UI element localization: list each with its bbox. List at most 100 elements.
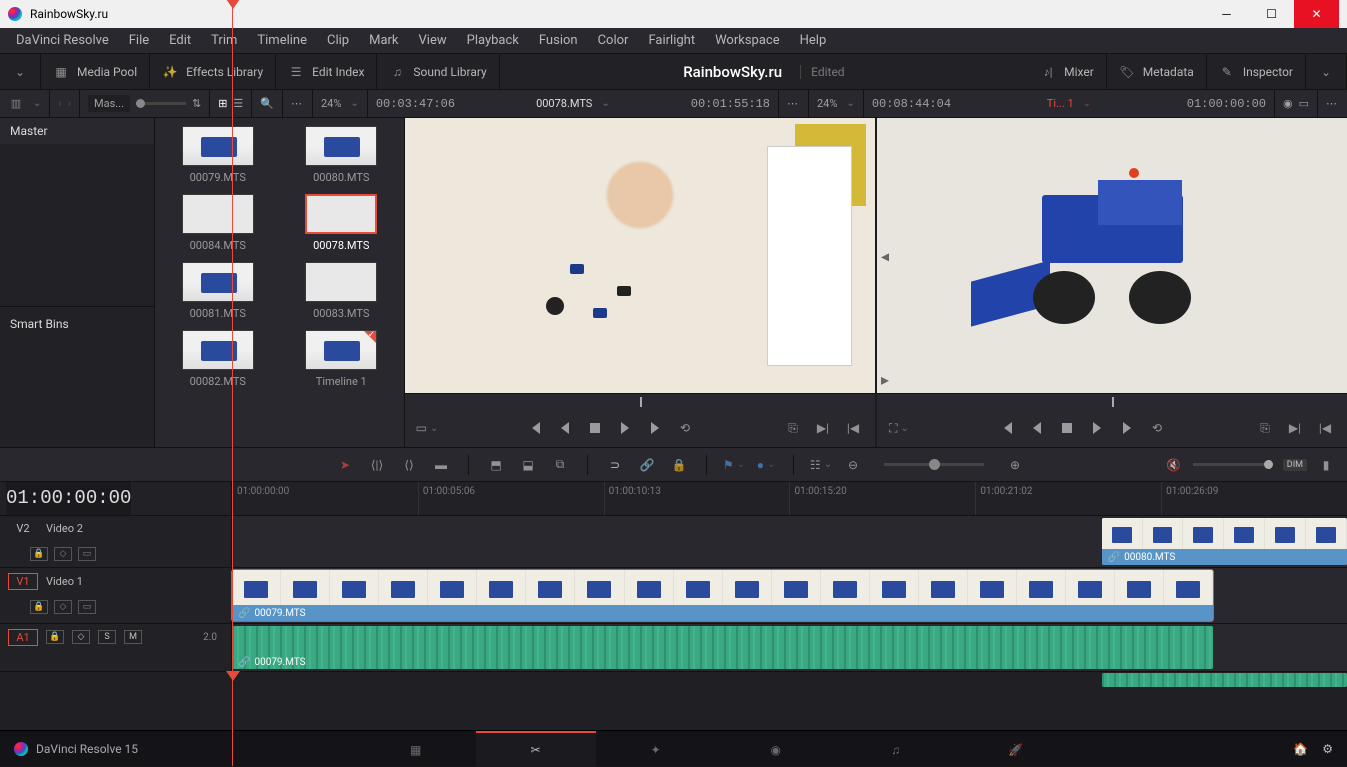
dim-button[interactable]: DIM [1283, 459, 1307, 471]
menu-fusion[interactable]: Fusion [529, 33, 588, 48]
program-scrubber[interactable] [877, 393, 1347, 409]
menu-playback[interactable]: Playback [457, 33, 529, 48]
snap-toggle[interactable]: ⊃ [606, 456, 624, 474]
program-canvas[interactable]: ◂ ▸ [877, 118, 1347, 393]
next-edit-button[interactable]: ▸ [881, 370, 889, 389]
src-insert-button[interactable]: ⎘ [785, 420, 801, 436]
track-lock-v1[interactable]: 🔒 [30, 600, 48, 614]
menu-fairlight[interactable]: Fairlight [638, 33, 705, 48]
zoom-in-button[interactable]: ⊕ [1006, 456, 1024, 474]
prev-edit-button[interactable]: ◂ [881, 246, 889, 265]
project-settings-button[interactable]: ⚙ [1322, 742, 1333, 756]
track-header-v2[interactable]: V2Video 2 🔒◇▭ [0, 516, 232, 567]
src-next-button[interactable] [647, 420, 663, 436]
menu-help[interactable]: Help [790, 33, 837, 48]
src-loop-button[interactable]: ⟲ [677, 420, 693, 436]
prg-stop-button[interactable] [1059, 420, 1075, 436]
bin-slider[interactable] [136, 102, 186, 105]
media-clip[interactable]: 00078.MTS [287, 194, 397, 252]
flag-button[interactable]: ⚑⌄ [725, 456, 743, 474]
prg-goto-next-button[interactable]: ▶| [1287, 420, 1303, 436]
list-view-button[interactable]: ☰ [233, 97, 243, 110]
menu-timeline[interactable]: Timeline [247, 33, 317, 48]
menu-file[interactable]: File [119, 33, 159, 48]
nav-fwd-button[interactable]: › [68, 97, 71, 110]
replace-clip-button[interactable]: ⧉ [551, 456, 569, 474]
menu-trim[interactable]: Trim [201, 33, 247, 48]
track-disable-v2[interactable]: ▭ [78, 547, 96, 561]
sort-button[interactable]: ⇅ [192, 97, 201, 110]
media-clip[interactable]: 00084.MTS [163, 194, 273, 252]
track-lock-v2[interactable]: 🔒 [30, 547, 48, 561]
page-edit[interactable]: ✂ [476, 731, 596, 767]
media-clip[interactable]: ✓Timeline 1 [287, 330, 397, 388]
track-label-v2[interactable]: V2 [8, 520, 38, 537]
page-media[interactable]: ▦ [356, 731, 476, 767]
prg-options-button[interactable]: ⋯ [1326, 97, 1339, 110]
track-lock-a1[interactable]: 🔒 [46, 630, 64, 644]
selection-tool[interactable]: ➤ [336, 456, 354, 474]
src-matchframe-button[interactable]: ▭⌄ [419, 420, 435, 436]
src-zoom[interactable]: 24% [321, 97, 341, 110]
menu-color[interactable]: Color [588, 33, 639, 48]
bin-master[interactable]: Master [0, 118, 154, 144]
edit-index-toggle[interactable]: ☰Edit Index [276, 54, 377, 89]
nav-back-button[interactable]: ‹ [58, 97, 61, 110]
timeline-ruler[interactable]: 01:00:00:00 01:00:05:06 01:00:10:13 01:0… [232, 482, 1347, 516]
playhead-line[interactable] [232, 482, 233, 730]
timeline-view-button[interactable]: ☷⌄ [812, 456, 830, 474]
page-color[interactable]: ◉ [716, 731, 836, 767]
menu-clip[interactable]: Clip [317, 33, 359, 48]
track-header-a1[interactable]: A1 🔒 ◇ S M 2.0 [0, 624, 232, 671]
bypass-button[interactable]: ◉ [1283, 97, 1293, 110]
src-clip-name[interactable]: 00078.MTS [536, 97, 592, 110]
track-header-v1[interactable]: V1Video 1 🔒◇▭ [0, 568, 232, 623]
maximize-button[interactable]: ☐ [1249, 0, 1294, 28]
dynamic-trim-tool[interactable]: ⟨⟩ [400, 456, 418, 474]
src-goto-next-button[interactable]: ▶| [815, 420, 831, 436]
source-scrubber[interactable] [405, 393, 875, 409]
media-pool-toggle[interactable]: ▦Media Pool [41, 54, 150, 89]
clip-a1[interactable]: 🔗00079.MTS [232, 626, 1213, 669]
page-deliver[interactable]: 🚀 [956, 731, 1076, 767]
media-clip[interactable]: 00081.MTS [163, 262, 273, 320]
src-play-button[interactable] [617, 420, 633, 436]
sound-library-toggle[interactable]: ♫Sound Library [377, 54, 499, 89]
effects-library-toggle[interactable]: ✨Effects Library [150, 54, 276, 89]
minimize-button[interactable]: ─ [1204, 0, 1249, 28]
menu-mark[interactable]: Mark [359, 33, 408, 48]
metadata-toggle[interactable]: 🏷Metadata [1107, 54, 1207, 89]
timeline-timecode[interactable]: 01:00:00:00 [6, 482, 131, 516]
bin-dropdown[interactable]: Mas... [88, 95, 130, 112]
src-first-button[interactable] [527, 420, 543, 436]
track-auto-a1[interactable]: ◇ [72, 630, 90, 644]
media-clip[interactable]: 00083.MTS [287, 262, 397, 320]
close-button[interactable]: ✕ [1294, 0, 1339, 28]
media-clip[interactable]: 00080.MTS [287, 126, 397, 184]
bin-layout-icon[interactable]: ▥ [8, 96, 24, 112]
project-manager-button[interactable]: 🏠 [1293, 742, 1308, 756]
overwrite-clip-button[interactable]: ⬓ [519, 456, 537, 474]
page-fusion[interactable]: ✦ [596, 731, 716, 767]
expand-left-button[interactable]: ⌄ [0, 54, 41, 89]
prg-zoom[interactable]: 24% [817, 97, 837, 110]
link-toggle[interactable]: 🔗 [638, 456, 656, 474]
menu-edit[interactable]: Edit [159, 33, 201, 48]
media-clip[interactable]: 00082.MTS [163, 330, 273, 388]
grid-view-button[interactable]: ⊞ [218, 97, 227, 110]
trim-tool[interactable]: ⟨|⟩ [368, 456, 386, 474]
volume-slider[interactable] [1193, 463, 1273, 466]
mixer-toggle[interactable]: ♪|Mixer [1028, 54, 1107, 89]
track-disable-v1[interactable]: ▭ [78, 600, 96, 614]
blade-tool[interactable]: ▬ [432, 456, 450, 474]
source-canvas[interactable] [405, 118, 875, 393]
mute-button[interactable]: 🔇 [1165, 456, 1183, 474]
zoom-out-button[interactable]: ⊖ [844, 456, 862, 474]
prg-prev-button[interactable] [1029, 420, 1045, 436]
track-mute-a1[interactable]: M [124, 630, 142, 644]
clip-v1[interactable]: 🔗00079.MTS [232, 570, 1213, 621]
track-auto-v2[interactable]: ◇ [54, 547, 72, 561]
menu-workspace[interactable]: Workspace [705, 33, 790, 48]
pool-options-button[interactable]: ⋯ [291, 97, 304, 110]
src-goto-last-button[interactable]: |◀ [845, 420, 861, 436]
